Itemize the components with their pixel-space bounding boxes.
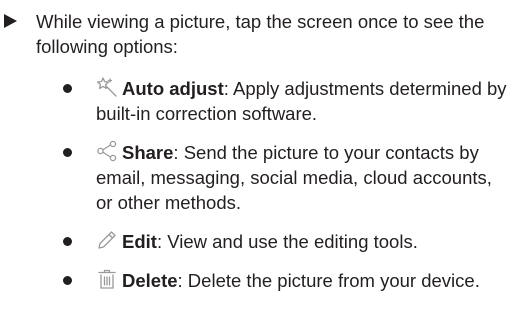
option-description: : View and use the editing tools. bbox=[156, 231, 418, 252]
option-auto-adjust: Auto adjust: Apply adjustments determine… bbox=[0, 76, 518, 126]
intro-text: While viewing a picture, tap the screen … bbox=[36, 11, 485, 57]
bullet-dot bbox=[63, 84, 72, 93]
option-description: : Delete the picture from your device. bbox=[177, 270, 480, 291]
option-term: Share bbox=[122, 142, 174, 163]
auto-adjust-icon bbox=[96, 76, 118, 98]
options-list: Auto adjust: Apply adjustments determine… bbox=[0, 76, 518, 293]
option-share: Share: Send the picture to your contacts… bbox=[0, 140, 518, 215]
intro-step: While viewing a picture, tap the screen … bbox=[0, 9, 510, 59]
instruction-page: While viewing a picture, tap the screen … bbox=[0, 0, 518, 319]
edit-icon bbox=[96, 229, 118, 251]
bullet-dot bbox=[63, 148, 72, 157]
bullet-dot bbox=[63, 276, 72, 285]
share-icon bbox=[96, 140, 118, 162]
delete-icon bbox=[96, 268, 118, 290]
option-term: Delete bbox=[122, 270, 178, 291]
option-edit: Edit: View and use the editing tools. bbox=[0, 229, 518, 254]
option-term: Auto adjust bbox=[122, 78, 224, 99]
step-arrow-icon bbox=[4, 14, 17, 28]
bullet-dot bbox=[63, 237, 72, 246]
option-term: Edit bbox=[122, 231, 157, 252]
option-delete: Delete: Delete the picture from your dev… bbox=[0, 268, 518, 293]
